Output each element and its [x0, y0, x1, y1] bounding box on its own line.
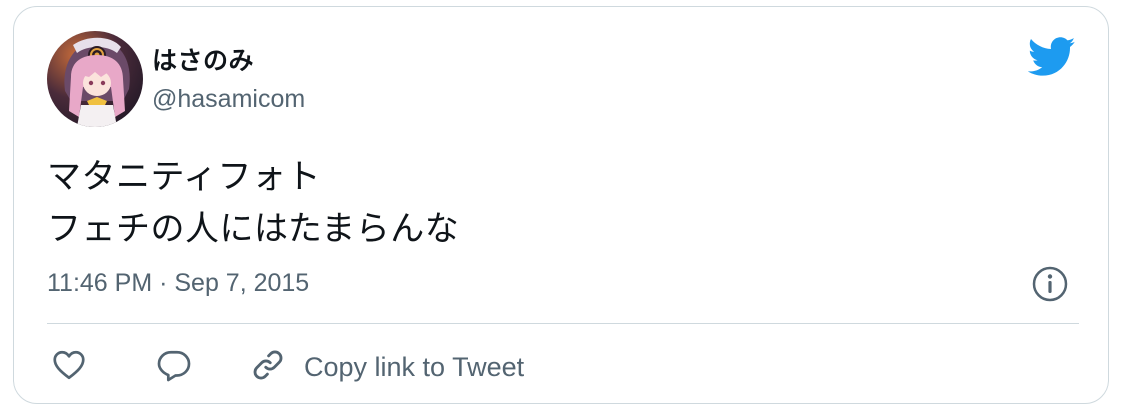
- user-handle[interactable]: @hasamicom: [152, 85, 305, 114]
- like-button[interactable]: [51, 347, 87, 388]
- link-icon: [250, 347, 286, 388]
- divider: [47, 323, 1079, 324]
- speech-bubble-icon: [156, 347, 192, 388]
- heart-icon: [51, 347, 87, 388]
- info-icon[interactable]: [1031, 265, 1069, 303]
- tweet-text: マタニティフォト フェチの人にはたまらんな: [47, 158, 460, 248]
- copy-link-label: Copy link to Tweet: [304, 352, 525, 382]
- twitter-bird-icon[interactable]: [1027, 37, 1076, 77]
- display-name[interactable]: はさのみ: [152, 41, 254, 77]
- reply-button[interactable]: [156, 347, 192, 388]
- tweet-timestamp[interactable]: 11:46 PM · Sep 7, 2015: [47, 269, 309, 298]
- copy-link-button[interactable]: Copy link to Tweet: [250, 347, 524, 388]
- tweet-card: はさのみ @hasamicom マタニティフォト フェチの人にはたまらんな 11…: [13, 6, 1109, 404]
- avatar[interactable]: [47, 31, 143, 127]
